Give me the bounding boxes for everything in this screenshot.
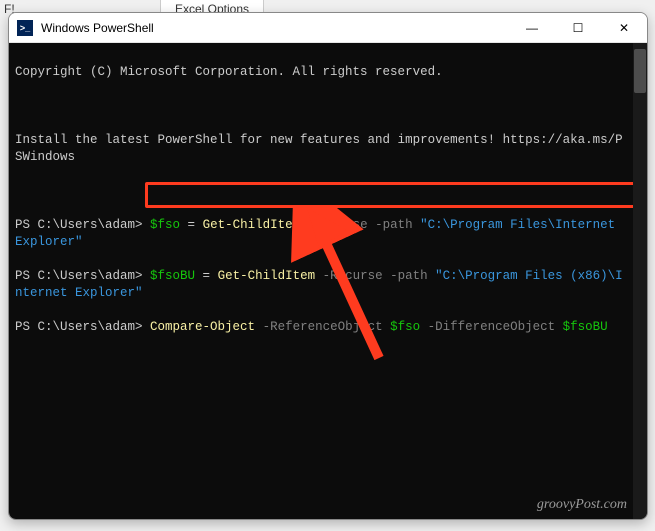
powershell-window: >_ Windows PowerShell ― ☐ ✕ Copyright (C… bbox=[8, 12, 648, 520]
minimize-button[interactable]: ― bbox=[509, 13, 555, 42]
powershell-icon: >_ bbox=[17, 20, 33, 36]
scrollbar-thumb[interactable] bbox=[634, 49, 646, 93]
command-line-2: PS C:\Users\adam> $fsoBU = Get-ChildItem… bbox=[15, 268, 625, 302]
terminal-area[interactable]: Copyright (C) Microsoft Corporation. All… bbox=[9, 43, 647, 519]
window-controls: ― ☐ ✕ bbox=[509, 13, 647, 42]
terminal-content: Copyright (C) Microsoft Corporation. All… bbox=[15, 47, 641, 370]
command-line-1: PS C:\Users\adam> $fso = Get-ChildItem -… bbox=[15, 217, 625, 251]
titlebar[interactable]: >_ Windows PowerShell ― ☐ ✕ bbox=[9, 13, 647, 43]
install-msg-text: Install the latest PowerShell for new fe… bbox=[15, 132, 625, 166]
watermark-text: groovyPost.com bbox=[537, 496, 627, 513]
scrollbar-track[interactable] bbox=[633, 43, 647, 519]
maximize-button[interactable]: ☐ bbox=[555, 13, 601, 42]
copyright-text: Copyright (C) Microsoft Corporation. All… bbox=[15, 64, 625, 81]
command-line-3: PS C:\Users\adam> Compare-Object -Refere… bbox=[15, 319, 625, 336]
window-title: Windows PowerShell bbox=[41, 21, 509, 35]
close-button[interactable]: ✕ bbox=[601, 13, 647, 42]
